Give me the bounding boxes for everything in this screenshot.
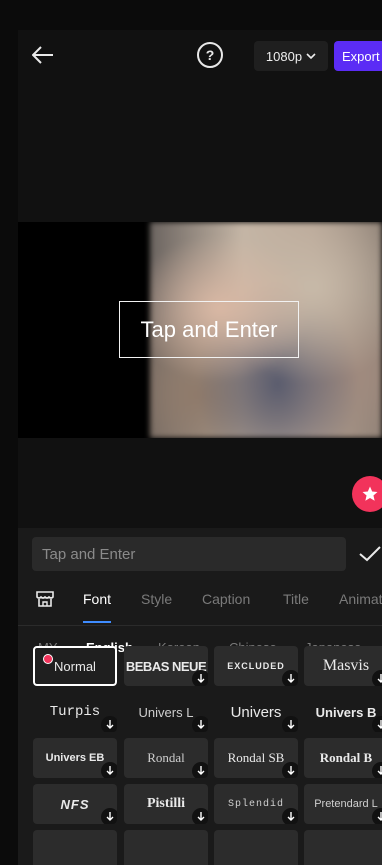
font-tile-normal[interactable]: Normal — [33, 646, 117, 686]
download-arrow-icon — [192, 808, 208, 824]
download-arrow-icon — [101, 762, 117, 778]
tab-divider — [18, 625, 382, 626]
text-overlay-box[interactable]: Tap and Enter — [119, 301, 299, 358]
font-tile-partial[interactable] — [214, 830, 298, 865]
font-label: Univers B — [315, 704, 377, 720]
text-input[interactable]: Tap and Enter — [32, 537, 346, 571]
question-circle-icon: ? — [205, 47, 215, 63]
font-label: Univers EB — [45, 752, 105, 764]
font-label: NFS — [60, 796, 90, 812]
font-tile-univers[interactable]: Univers — [214, 692, 298, 732]
font-tile-partial[interactable] — [304, 830, 382, 865]
tab-title[interactable]: Title — [283, 591, 309, 607]
download-arrow-icon — [192, 762, 208, 778]
help-button[interactable]: ? — [197, 42, 223, 68]
font-label: Pistilli — [146, 796, 186, 811]
tab-style[interactable]: Style — [141, 591, 172, 607]
status-bar — [18, 0, 382, 30]
font-tile-univers-eb[interactable]: Univers EB — [33, 738, 117, 778]
confirm-button[interactable] — [358, 542, 382, 566]
font-tile-pretendard-l[interactable]: Pretendard L — [304, 784, 382, 824]
text-input-placeholder: Tap and Enter — [42, 545, 136, 563]
favorite-button[interactable] — [352, 476, 382, 512]
font-label: Masvis — [322, 657, 370, 674]
download-arrow-icon — [282, 716, 298, 732]
download-arrow-icon — [282, 670, 298, 686]
resolution-dropdown[interactable]: 1080p — [254, 41, 328, 71]
download-arrow-icon — [372, 670, 382, 686]
download-arrow-icon — [372, 762, 382, 778]
font-tile-nfs[interactable]: NFS — [33, 784, 117, 824]
font-tile-splendid[interactable]: Splendid — [214, 784, 298, 824]
export-label: Export — [342, 48, 380, 64]
check-icon — [359, 546, 381, 562]
font-label: Univers L — [138, 704, 194, 720]
canvas-background-top — [18, 82, 382, 222]
font-tile-bebas-neue[interactable]: BEBAS NEUE — [124, 646, 208, 686]
font-tile-masvis[interactable]: Masvis — [304, 646, 382, 686]
font-label: Normal — [54, 658, 96, 674]
active-tab-indicator — [83, 621, 111, 623]
download-arrow-icon — [101, 716, 117, 732]
font-label: Splendid — [227, 798, 284, 810]
star-icon — [362, 486, 378, 501]
font-tile-excluded[interactable]: EXCLUDED — [214, 646, 298, 686]
new-badge — [43, 654, 53, 664]
back-button[interactable] — [30, 42, 56, 68]
font-tile-turpis[interactable]: Turpis — [33, 692, 117, 732]
font-tile-rondal[interactable]: Rondal — [124, 738, 208, 778]
export-button[interactable]: Export — [334, 41, 382, 71]
font-store-button[interactable] — [35, 589, 55, 609]
download-arrow-icon — [101, 808, 117, 824]
font-grid: Normal BEBAS NEUE EXCLUDED Masvis Turpis… — [0, 640, 382, 865]
arrow-left-icon — [32, 46, 53, 64]
chevron-down-icon — [306, 53, 316, 60]
resolution-label: 1080p — [265, 48, 303, 64]
font-tile-univers-l[interactable]: Univers L — [124, 692, 208, 732]
download-arrow-icon — [282, 808, 298, 824]
font-label: Rondal B — [319, 750, 373, 765]
font-tile-partial[interactable] — [33, 830, 117, 865]
font-label: Pretendard L — [314, 798, 378, 810]
store-icon — [36, 591, 54, 607]
font-label: EXCLUDED — [227, 661, 285, 671]
download-arrow-icon — [372, 808, 382, 824]
tab-caption[interactable]: Caption — [202, 591, 250, 607]
download-arrow-icon — [282, 762, 298, 778]
font-tile-partial[interactable] — [124, 830, 208, 865]
font-tile-pistilli[interactable]: Pistilli — [124, 784, 208, 824]
download-arrow-icon — [192, 716, 208, 732]
font-tile-univers-b[interactable]: Univers B — [304, 692, 382, 732]
font-label: Univers — [230, 703, 282, 721]
canvas-background-bottom — [18, 438, 382, 528]
font-label: Rondal — [147, 750, 185, 765]
font-tile-rondal-sb[interactable]: Rondal SB — [214, 738, 298, 778]
tab-font[interactable]: Font — [83, 591, 111, 607]
font-label: Rondal SB — [227, 750, 285, 765]
download-arrow-icon — [372, 716, 382, 732]
font-tile-rondal-b[interactable]: Rondal B — [304, 738, 382, 778]
download-arrow-icon — [192, 670, 208, 686]
font-label: Turpis — [49, 704, 101, 720]
tab-animation[interactable]: Animati — [339, 591, 382, 607]
overlay-text: Tap and Enter — [140, 316, 278, 342]
